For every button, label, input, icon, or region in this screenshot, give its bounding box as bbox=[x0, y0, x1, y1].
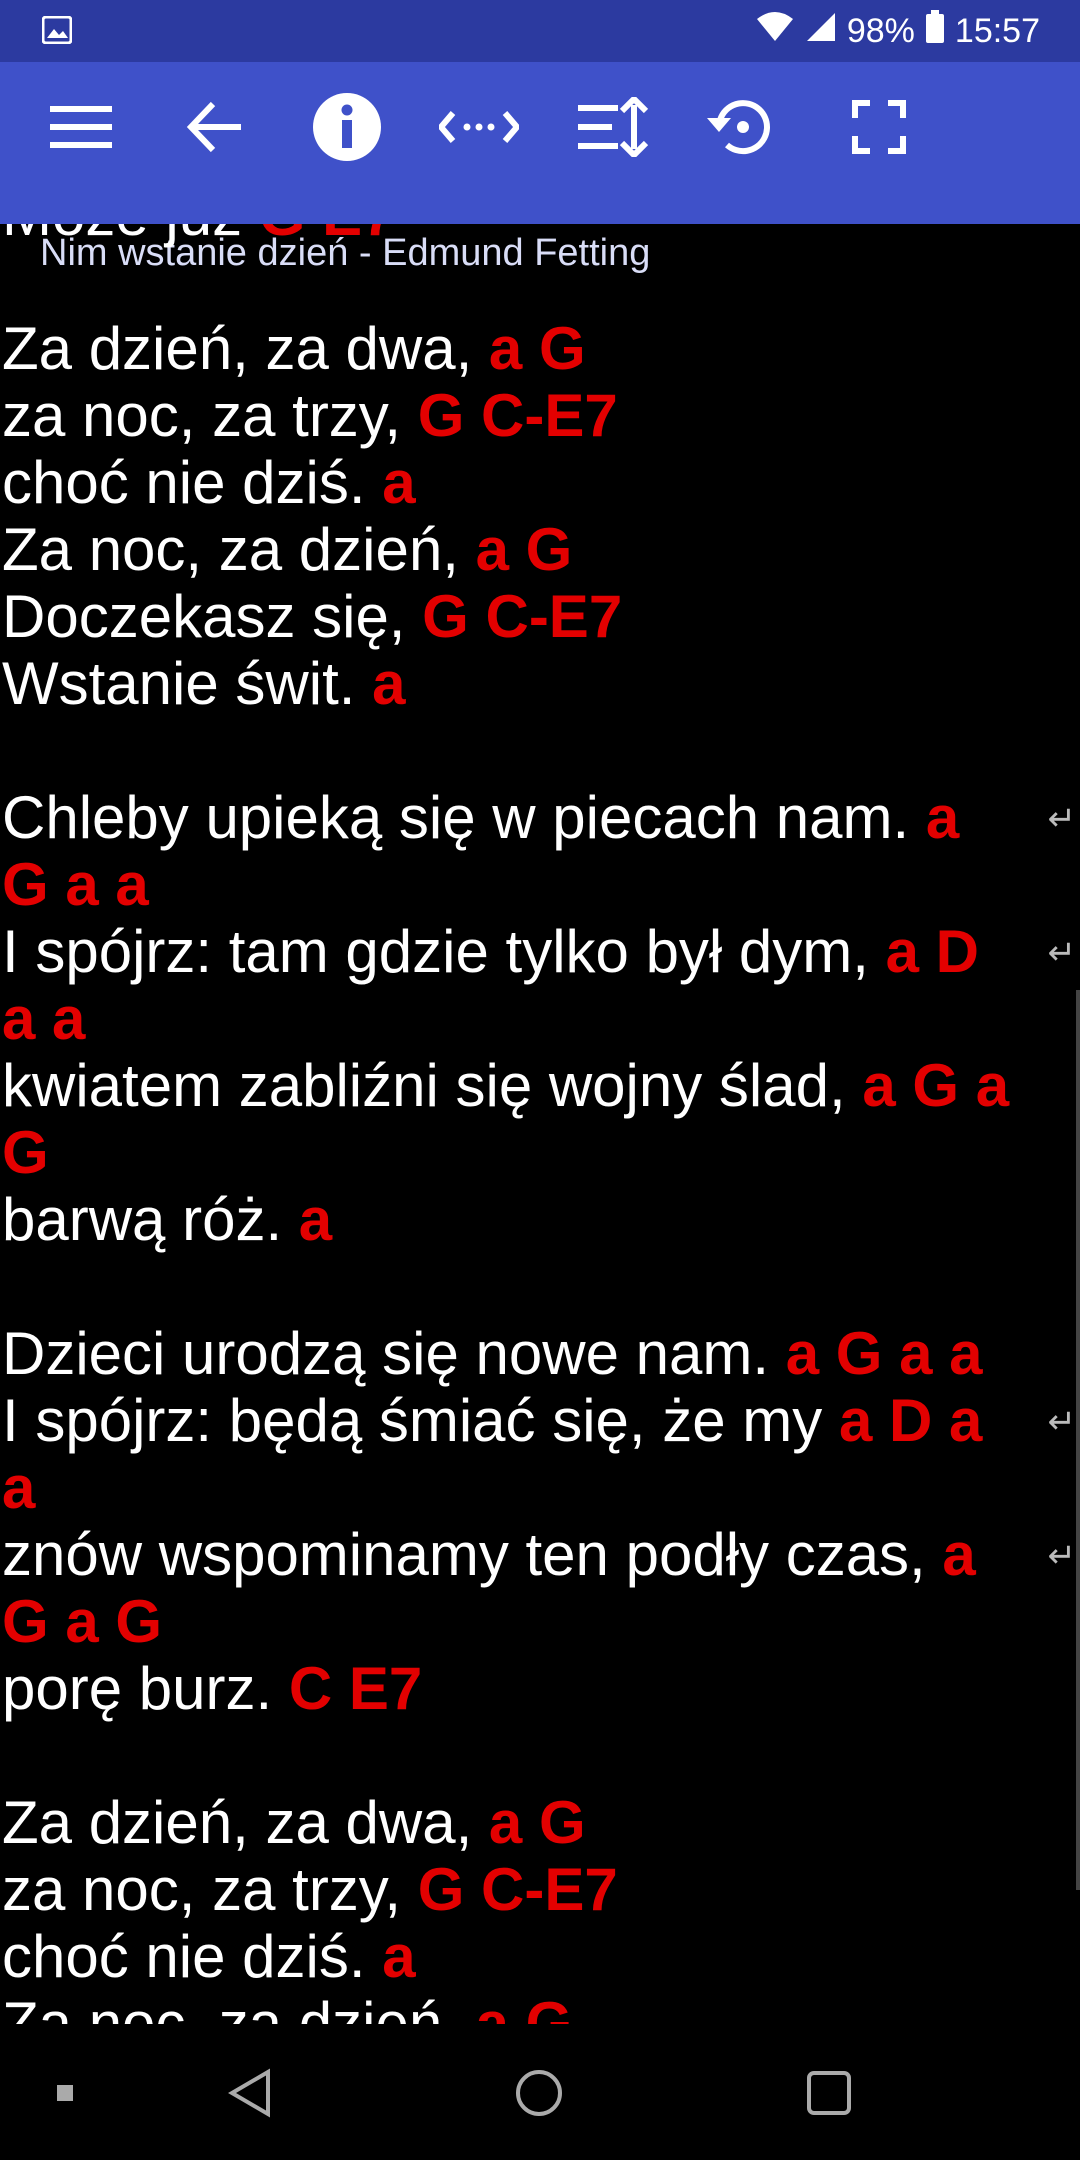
lyric-text: Za noc, za dzień, bbox=[2, 1990, 476, 2025]
chord-label: a bbox=[298, 1186, 333, 1253]
battery-icon bbox=[925, 9, 945, 53]
lyric-line: Dzieci urodzą się nowe nam. a G a a bbox=[2, 1321, 983, 1387]
lyric-line: G a a bbox=[2, 852, 149, 918]
line-wrap-icon: ↵ bbox=[1047, 800, 1077, 838]
lyric-line: barwą róż. a bbox=[2, 1187, 332, 1253]
status-bar: 98% 15:57 bbox=[0, 0, 1080, 62]
chord-label: a G a bbox=[862, 1052, 1010, 1119]
chord-label: C E7 bbox=[288, 1655, 423, 1722]
chord-label: a D bbox=[885, 918, 979, 985]
chord-label: a bbox=[942, 1521, 976, 1588]
nav-back-icon[interactable] bbox=[206, 2048, 296, 2138]
lyric-line: Wstanie świt. a bbox=[2, 651, 405, 717]
lyric-text: Dzieci urodzą się nowe nam. bbox=[2, 1320, 786, 1387]
lyric-text: Doczekasz się, bbox=[2, 583, 423, 650]
chord-label: G C-E7 bbox=[422, 583, 623, 650]
toolbar: Nim wstanie dzień - Edmund Fetting bbox=[0, 62, 1080, 274]
chord-label: a G bbox=[488, 1789, 586, 1856]
battery-percent: 98% bbox=[846, 11, 915, 50]
fullscreen-icon[interactable] bbox=[834, 82, 924, 172]
lyric-text: Wstanie świt. bbox=[2, 650, 373, 717]
lyric-text: I spójrz: będą śmiać się, że my bbox=[2, 1387, 839, 1454]
lyric-line: a a bbox=[2, 986, 85, 1052]
lyric-line: za noc, za trzy, G C-E7 bbox=[2, 383, 618, 449]
signal-icon bbox=[805, 11, 837, 52]
navigation-bar bbox=[0, 2024, 1080, 2160]
nav-dot-icon[interactable] bbox=[20, 2048, 110, 2138]
lyric-line: znów wspominamy ten podły czas, a bbox=[2, 1522, 976, 1588]
lyric-line: G a G bbox=[2, 1589, 162, 1655]
expand-horizontal-icon[interactable] bbox=[434, 82, 524, 172]
lyric-line: G bbox=[2, 1120, 49, 1186]
line-spacing-icon[interactable] bbox=[568, 82, 658, 172]
lyric-line: za noc, za trzy, G C-E7 bbox=[2, 1857, 618, 1923]
scrollbar[interactable] bbox=[1076, 990, 1080, 1890]
chord-label: G C-E7 bbox=[417, 382, 618, 449]
chord-label: a bbox=[372, 650, 406, 717]
lyric-line: a bbox=[2, 1455, 35, 1521]
lyric-text: Chleby upieką się w piecach nam. bbox=[2, 784, 926, 851]
chord-label: a G a a bbox=[785, 1320, 983, 1387]
lyric-text: za noc, za trzy, bbox=[2, 1856, 418, 1923]
lyric-line: I spójrz: tam gdzie tylko był dym, a D bbox=[2, 919, 979, 985]
chord-label: G C-E7 bbox=[417, 1856, 618, 1923]
lyric-line: Za dzień, za dwa, a G bbox=[2, 316, 586, 382]
chord-label: a a bbox=[2, 985, 86, 1052]
clock: 15:57 bbox=[954, 11, 1040, 50]
lyric-line: Za noc, za dzień, a G bbox=[2, 1990, 573, 2025]
lyric-text: kwiatem zabliźni się wojny ślad, bbox=[2, 1052, 863, 1119]
line-wrap-icon: ↵ bbox=[1047, 1403, 1077, 1441]
nav-home-icon[interactable] bbox=[494, 2048, 584, 2138]
lyric-text: porę burz. bbox=[2, 1655, 289, 1722]
lyric-text: barwą róż. bbox=[2, 1186, 299, 1253]
lyric-text: Za dzień, za dwa, bbox=[2, 315, 489, 382]
line-wrap-icon: ↵ bbox=[1047, 1537, 1077, 1575]
back-arrow-icon[interactable] bbox=[170, 82, 260, 172]
chord-label: G E7 bbox=[259, 224, 396, 248]
lyric-line: choć nie dziś. a bbox=[2, 1924, 416, 1990]
lyric-text: znów wspominamy ten podły czas, bbox=[2, 1521, 943, 1588]
nav-recents-icon[interactable] bbox=[784, 2048, 874, 2138]
lyric-line: kwiatem zabliźni się wojny ślad, a G a bbox=[2, 1053, 1009, 1119]
lyric-text: za noc, za trzy, bbox=[2, 382, 418, 449]
chord-label: a bbox=[2, 1454, 36, 1521]
lyric-text: choć nie dziś. bbox=[2, 1923, 383, 1990]
chord-label: a G bbox=[475, 1990, 573, 2025]
lyrics-view[interactable]: Może już G E7Za dzień, za dwa, a Gza noc… bbox=[0, 224, 1080, 2024]
lyric-text: Może już bbox=[2, 224, 259, 248]
lyric-line: Doczekasz się, G C-E7 bbox=[2, 584, 622, 650]
chord-label: G a G bbox=[2, 1588, 163, 1655]
lyric-line: choć nie dziś. a bbox=[2, 450, 416, 516]
lyric-text: choć nie dziś. bbox=[2, 449, 383, 516]
lyric-text: Za noc, za dzień, bbox=[2, 516, 476, 583]
lyric-line: Za dzień, za dwa, a G bbox=[2, 1790, 586, 1856]
lyric-text: Za dzień, za dwa, bbox=[2, 1789, 489, 1856]
menu-icon[interactable] bbox=[36, 82, 126, 172]
lyric-line: porę burz. C E7 bbox=[2, 1656, 422, 1722]
chord-label: a bbox=[382, 449, 416, 516]
chord-label: G a a bbox=[2, 851, 149, 918]
chord-label: G bbox=[2, 1119, 49, 1186]
lyric-line: I spójrz: będą śmiać się, że my a D a bbox=[2, 1388, 982, 1454]
chord-label: a bbox=[925, 784, 960, 851]
lyric-line: Za noc, za dzień, a G bbox=[2, 517, 572, 583]
wifi-icon bbox=[755, 11, 795, 52]
chord-label: a G bbox=[488, 315, 586, 382]
lyric-line: Może już G E7 bbox=[2, 224, 396, 248]
chord-label: a bbox=[382, 1923, 416, 1990]
line-wrap-icon: ↵ bbox=[1047, 934, 1077, 972]
info-icon[interactable] bbox=[302, 82, 392, 172]
lyric-text: I spójrz: tam gdzie tylko był dym, bbox=[2, 918, 886, 985]
reset-icon[interactable] bbox=[696, 82, 786, 172]
chord-label: a D a bbox=[838, 1387, 983, 1454]
chord-label: a G bbox=[475, 516, 573, 583]
lyric-line: Chleby upieką się w piecach nam. a bbox=[2, 785, 959, 851]
gallery-icon bbox=[41, 15, 73, 49]
